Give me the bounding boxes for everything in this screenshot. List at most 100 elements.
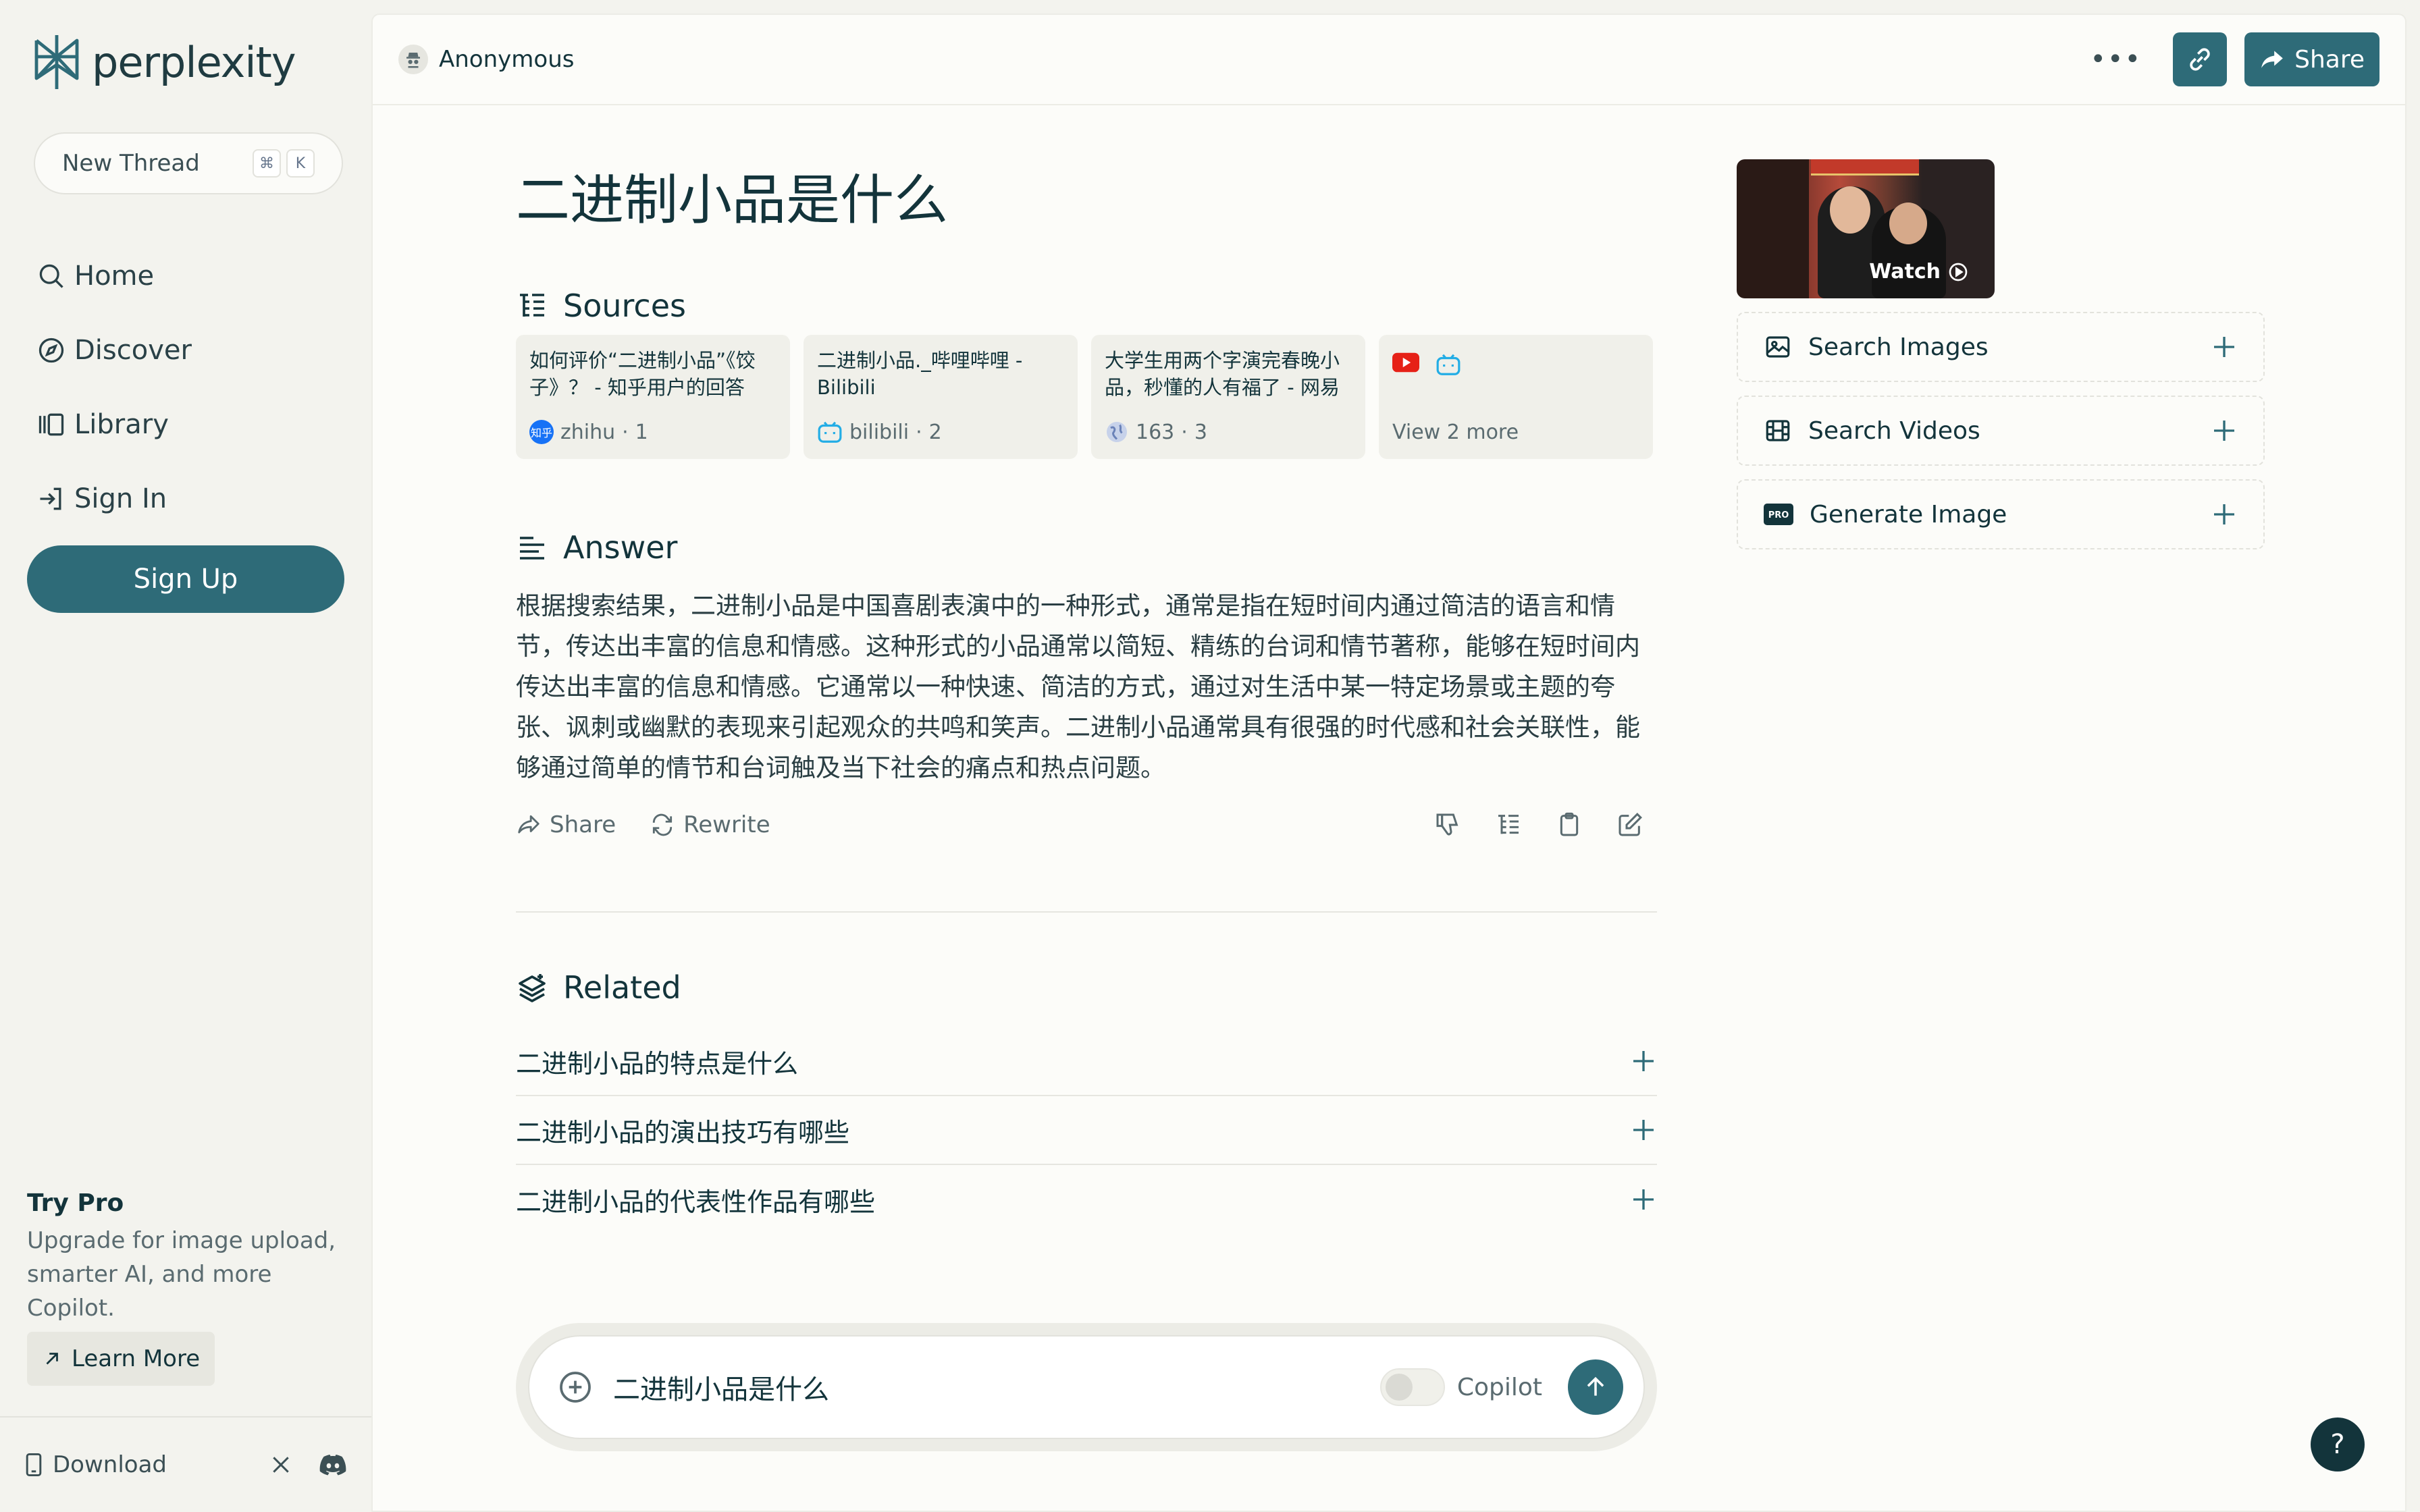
thumbnail-face [1889, 202, 1927, 244]
rewrite-icon [650, 812, 675, 838]
copilot-toggle[interactable] [1379, 1368, 1445, 1406]
sidebar-item-library[interactable]: Library [36, 387, 192, 462]
discord-icon[interactable] [319, 1453, 347, 1476]
sidebar-item-label: Home [74, 261, 155, 292]
device-icon [24, 1453, 43, 1477]
image-icon [1764, 333, 1792, 361]
share-answer-button[interactable]: Share [516, 811, 616, 838]
ask-follow-up-bar: Copilot [516, 1323, 1657, 1451]
command-key: ⌘ [253, 149, 281, 178]
related-question-label: 二进制小品的演出技巧有哪些 [516, 1117, 850, 1148]
pro-badge-text: PRO [1768, 510, 1789, 520]
search-images-button[interactable]: Search Images [1737, 312, 2265, 382]
share-answer-label: Share [550, 811, 616, 838]
main-panel: Anonymous ••• Share 二进制小品是什么 Sources 如何评… [371, 14, 2406, 1512]
source-meta: 163 · 3 [1105, 420, 1207, 444]
help-button[interactable]: ? [2311, 1418, 2365, 1472]
search-videos-label: Search Videos [1808, 416, 1980, 445]
source-title: 大学生用两个字演完春晚小品，秒懂的人有福了 - 网易 [1105, 349, 1340, 399]
generate-image-button[interactable]: PRO Generate Image [1737, 479, 2265, 549]
right-panel: Watch Search Images Search Videos PRO Ge… [1737, 159, 2265, 549]
sidebar-item-label: Sign In [74, 483, 167, 514]
source-meta: bilibili · 2 [817, 420, 942, 444]
perplexity-logo-icon [31, 32, 82, 92]
play-circle-icon [1947, 261, 1969, 283]
shortcut-hint: ⌘ K [253, 149, 315, 178]
video-thumbnail[interactable]: Watch [1737, 159, 1995, 298]
try-pro-description: Upgrade for image upload, smarter AI, an… [27, 1227, 336, 1322]
ask-input[interactable] [613, 1372, 1380, 1403]
globe-favicon-icon [1105, 420, 1129, 444]
app-name: perplexity [92, 37, 296, 87]
sign-in-icon [36, 484, 66, 514]
thumbnail-face [1830, 186, 1870, 234]
source-card[interactable]: 如何评价“二进制小品”《饺子》？ - 知乎用户的回答 知乎 zhihu · 1 [516, 335, 790, 459]
source-separator: · [1181, 420, 1188, 444]
copilot-label: Copilot [1456, 1373, 1542, 1401]
learn-more-button[interactable]: Learn More [27, 1332, 215, 1386]
source-index: 1 [635, 420, 648, 444]
plus-icon [2211, 417, 2238, 444]
new-thread-button[interactable]: New Thread ⌘ K [34, 132, 343, 194]
sidebar-item-sign-in[interactable]: Sign In [36, 462, 192, 536]
zhihu-favicon-icon: 知乎 [529, 420, 554, 444]
source-separator: · [622, 420, 629, 444]
source-site: 163 [1136, 420, 1175, 444]
k-key: K [286, 149, 315, 178]
share-button[interactable]: Share [2244, 32, 2379, 86]
attach-plus-icon[interactable] [556, 1368, 594, 1406]
rewrite-button[interactable]: Rewrite [650, 811, 770, 838]
submit-button[interactable] [1568, 1359, 1623, 1415]
generate-image-label: Generate Image [1810, 500, 2007, 529]
watch-button[interactable]: Watch [1869, 260, 1969, 284]
page-title: 二进制小品是什么 [516, 169, 948, 232]
source-title: 如何评价“二进制小品”《饺子》？ - 知乎用户的回答 [529, 349, 756, 399]
learn-more-label: Learn More [72, 1345, 201, 1372]
search-images-label: Search Images [1808, 333, 1989, 361]
clipboard-icon[interactable] [1556, 811, 1583, 838]
source-title: 二进制小品._哔哩哔哩 - Bilibili [817, 349, 1023, 399]
ask-input-container: Copilot [528, 1335, 1645, 1439]
source-meta: 知乎 zhihu · 1 [529, 420, 648, 444]
source-card[interactable]: 二进制小品._哔哩哔哩 - Bilibili bilibili · 2 [804, 335, 1078, 459]
thumbnail-banner [1811, 159, 1919, 176]
sources-list-icon[interactable] [1495, 811, 1522, 838]
answer-heading: Answer [516, 529, 677, 566]
sources-heading: Sources [516, 288, 686, 324]
thumbs-down-icon[interactable] [1434, 811, 1461, 838]
film-icon [1764, 416, 1792, 445]
sidebar-footer: Download [0, 1416, 371, 1512]
library-icon [36, 410, 66, 439]
social-links [270, 1453, 347, 1476]
compass-icon [36, 335, 66, 365]
download-label: Download [53, 1451, 167, 1478]
logo[interactable]: perplexity [31, 32, 296, 92]
source-index: 2 [928, 420, 942, 444]
youtube-favicon-icon [1392, 352, 1419, 377]
source-site: zhihu [560, 420, 616, 444]
share-label: Share [2294, 45, 2365, 74]
related-heading: Related [516, 969, 681, 1006]
source-card[interactable]: 大学生用两个字演完春晚小品，秒懂的人有福了 - 网易 163 · 3 [1091, 335, 1365, 459]
download-link[interactable]: Download [24, 1451, 167, 1478]
sidebar-item-home[interactable]: Home [36, 239, 192, 313]
answer-actions: Share Rewrite [516, 811, 1657, 838]
edit-icon[interactable] [1616, 811, 1643, 838]
plus-icon [1630, 1048, 1657, 1075]
new-thread-label: New Thread [62, 150, 200, 177]
topbar-actions: ••• Share [2076, 32, 2379, 86]
sidebar-item-discover[interactable]: Discover [36, 313, 192, 387]
copy-link-button[interactable] [2173, 32, 2228, 86]
more-sources-icons [1392, 352, 1639, 377]
pro-badge-icon: PRO [1764, 504, 1793, 525]
sign-up-button[interactable]: Sign Up [27, 545, 344, 613]
try-pro-title: Try Pro [27, 1189, 124, 1217]
sources-icon [516, 290, 548, 322]
related-question[interactable]: 二进制小品的代表性作品有哪些 [516, 1165, 1657, 1234]
more-options-icon[interactable]: ••• [2076, 44, 2155, 75]
search-videos-button[interactable]: Search Videos [1737, 396, 2265, 466]
view-more-sources-button[interactable]: View 2 more [1379, 335, 1653, 459]
x-twitter-icon[interactable] [270, 1454, 292, 1476]
related-question[interactable]: 二进制小品的演出技巧有哪些 [516, 1096, 1657, 1165]
related-question[interactable]: 二进制小品的特点是什么 [516, 1027, 1657, 1096]
